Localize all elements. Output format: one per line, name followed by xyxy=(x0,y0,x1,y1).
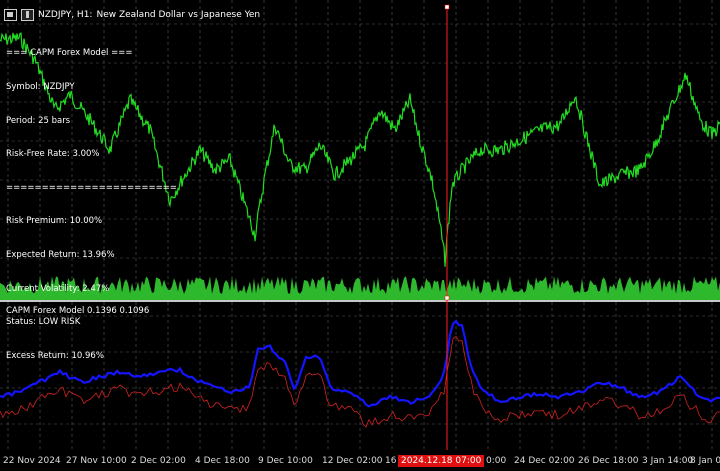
chart-header: NZDJPY, H1: New Zealand Dollar vs Japane… xyxy=(4,8,260,22)
indicator-label: CAPM Forex Model 0.1396 0.1096 xyxy=(6,306,150,316)
info-line: ======================== xyxy=(6,182,177,193)
time-tick: 0:00 xyxy=(486,456,507,466)
info-line: Excess Return: 10.96% xyxy=(6,350,104,361)
info-line: Status: LOW RISK xyxy=(6,317,81,328)
info-line: Expected Return: 13.96% xyxy=(6,250,115,261)
time-tick: 22 Nov 2024 xyxy=(3,456,61,466)
time-tick: 24 Dec 02:00 xyxy=(514,456,575,466)
time-tick: 9 Dec 10:00 xyxy=(258,456,313,466)
time-tick: 4 Dec 18:00 xyxy=(195,456,250,466)
info-line: Symbol: NZDJPY xyxy=(6,82,75,93)
info-line: Risk-Free Rate: 3.00% xyxy=(6,149,100,160)
time-tick: 12 Dec 02:00 xyxy=(322,456,383,466)
time-tick: 2 Dec 02:00 xyxy=(131,456,186,466)
symbol-period: NZDJPY, H1: xyxy=(38,10,93,20)
info-line: === CAPM Forex Model === xyxy=(6,48,133,59)
crosshair-time-label: 2024.12.18 07:00 xyxy=(398,455,485,467)
time-tick: 26 Dec 18:00 xyxy=(578,456,639,466)
time-tick: 27 Nov 10:00 xyxy=(66,456,127,466)
info-line: Period: 25 bars xyxy=(6,115,71,126)
one-click-trading-icon[interactable] xyxy=(21,9,34,21)
info-line: Risk Premium: 10.00% xyxy=(6,216,103,227)
time-tick: 8 Jan 06:00 xyxy=(690,456,720,466)
time-axis[interactable]: 22 Nov 2024 27 Nov 10:00 2 Dec 02:00 4 D… xyxy=(0,450,720,471)
symbol-description: New Zealand Dollar vs Japanese Yen xyxy=(96,10,261,20)
chart-menu-icon[interactable] xyxy=(4,9,17,21)
time-tick: 3 Jan 14:00 xyxy=(642,456,694,466)
capm-info-panel: === CAPM Forex Model === Symbol: NZDJPY … xyxy=(6,26,177,385)
info-line: Current Volatility: 2.47% xyxy=(6,283,110,294)
mt5-chart-window: NZDJPY, H1: New Zealand Dollar vs Japane… xyxy=(0,0,720,471)
